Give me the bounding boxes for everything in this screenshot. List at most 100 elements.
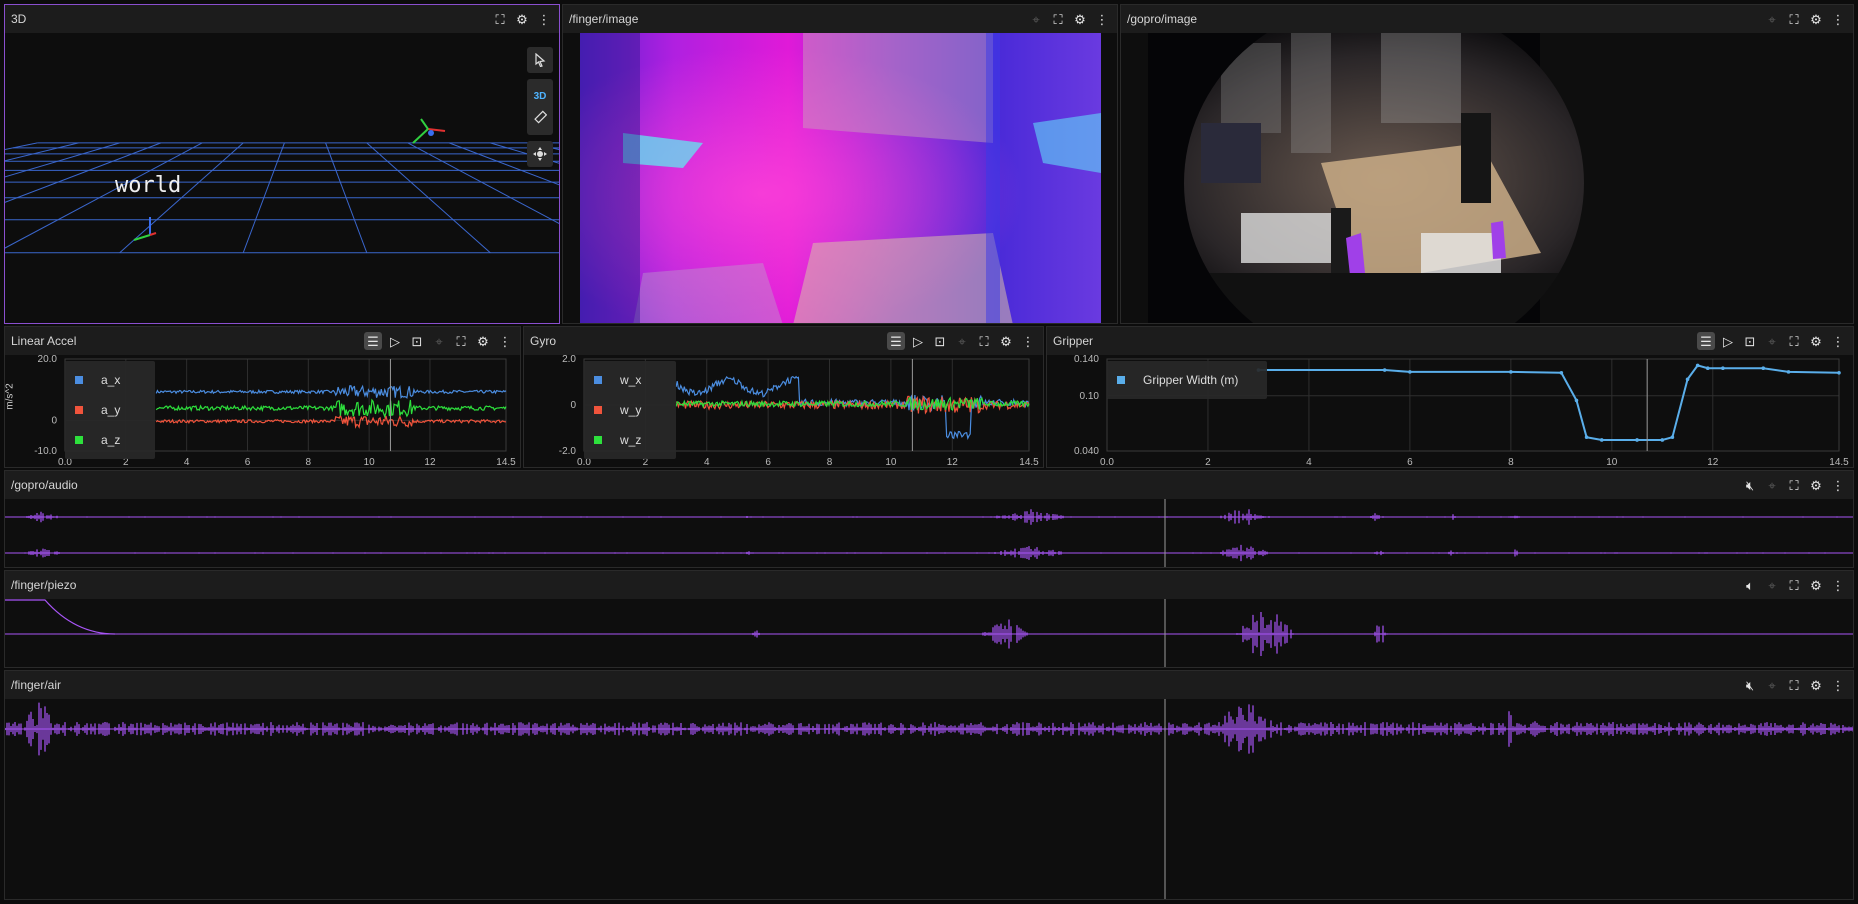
gear-icon[interactable]: ⚙: [1807, 576, 1825, 594]
more-vertical-icon[interactable]: ⋮: [1829, 676, 1847, 694]
more-vertical-icon[interactable]: ⋮: [1019, 332, 1037, 350]
crosshair-icon[interactable]: ⌖: [1027, 10, 1045, 28]
panel-finger-air[interactable]: /finger/air 🔇︎ ⌖ ⛶ ⚙ ⋮: [4, 670, 1854, 900]
cursor-arrow-icon[interactable]: ▷: [909, 332, 927, 350]
x-tick-label: 0.0: [1100, 457, 1114, 468]
y-tick-label: 0: [570, 400, 576, 411]
more-vertical-icon[interactable]: ⋮: [535, 10, 553, 28]
finger-piezo-waveform[interactable]: [5, 599, 1854, 668]
panel-title: Gripper: [1053, 334, 1094, 348]
more-vertical-icon[interactable]: ⋮: [1829, 576, 1847, 594]
move-arrows-icon: [533, 147, 547, 161]
gear-icon[interactable]: ⚙: [997, 332, 1015, 350]
camera-tool-group: 3D: [527, 79, 553, 135]
finger-air-waveform[interactable]: [5, 699, 1854, 900]
zoom-box-icon[interactable]: ⊡: [931, 332, 949, 350]
legend-swatch: [75, 436, 83, 444]
gear-icon[interactable]: ⚙: [1071, 10, 1089, 28]
axis-z: [420, 118, 429, 130]
x-tick-label: 6: [1407, 457, 1413, 468]
panel-3d[interactable]: 3D ⛶ ⚙ ⋮ world 3D: [4, 4, 560, 324]
fullscreen-icon[interactable]: ⛶: [1785, 10, 1803, 28]
cursor-arrow-icon[interactable]: ▷: [1719, 332, 1737, 350]
legend-toggle-icon[interactable]: ☰: [364, 332, 382, 350]
gear-icon[interactable]: ⚙: [1807, 476, 1825, 494]
plot-area[interactable]: 0.0 2 4 6 8 10 12 14.5 2.0 0 -2.0 w_x w_y w_z: [524, 355, 1043, 467]
legend-toggle-icon[interactable]: ☰: [887, 332, 905, 350]
gear-icon[interactable]: ⚙: [513, 10, 531, 28]
more-vertical-icon[interactable]: ⋮: [496, 332, 514, 350]
cursor-arrow-icon[interactable]: ▷: [386, 332, 404, 350]
legend-item[interactable]: w_y: [594, 395, 666, 425]
panel-gyro[interactable]: Gyro ☰ ▷ ⊡ ⌖ ⛶ ⚙ ⋮ 0.0 2 4 6 8 10 12 14.5 2.0 0 -2…: [523, 326, 1044, 468]
chart-legend: Gripper Width (m): [1107, 361, 1267, 399]
y-tick-label: 0.040: [1074, 446, 1099, 457]
zoom-box-icon[interactable]: ⊡: [408, 332, 426, 350]
ruler-icon[interactable]: [533, 109, 547, 124]
crosshair-icon[interactable]: ⌖: [1763, 332, 1781, 350]
x-tick-label: 10: [1606, 457, 1618, 468]
legend-item[interactable]: a_x: [75, 365, 145, 395]
x-tick-label: 10: [885, 457, 897, 468]
more-vertical-icon[interactable]: ⋮: [1093, 10, 1111, 28]
legend-item[interactable]: w_z: [594, 425, 666, 455]
3d-mode-button[interactable]: 3D: [534, 91, 547, 102]
axis-y: [412, 128, 429, 144]
legend-item[interactable]: a_z: [75, 425, 145, 455]
legend-item[interactable]: w_x: [594, 365, 666, 395]
speaker-icon[interactable]: 🔈︎: [1741, 576, 1759, 594]
fullscreen-icon[interactable]: ⛶: [1785, 476, 1803, 494]
more-vertical-icon[interactable]: ⋮: [1829, 332, 1847, 350]
crosshair-icon[interactable]: ⌖: [430, 332, 448, 350]
gear-icon[interactable]: ⚙: [474, 332, 492, 350]
fullscreen-icon[interactable]: ⛶: [1785, 332, 1803, 350]
x-tick-label: 12: [1707, 457, 1719, 468]
crosshair-icon[interactable]: ⌖: [953, 332, 971, 350]
panel-finger-image[interactable]: /finger/image ⌖ ⛶ ⚙ ⋮: [562, 4, 1118, 324]
panel-linear-accel[interactable]: Linear Accel ☰ ▷ ⊡ ⌖ ⛶ ⚙ ⋮ 0.0 2 4 6 8 10 12 14…: [4, 326, 521, 468]
fullscreen-icon[interactable]: ⛶: [452, 332, 470, 350]
plot-area[interactable]: 0.0 2 4 6 8 10 12 14.5 0.140 0.10 0.040 Gripper Wi…: [1047, 355, 1853, 467]
legend-item[interactable]: a_y: [75, 395, 145, 425]
x-tick-label: 14.5: [1829, 457, 1849, 468]
crosshair-icon[interactable]: ⌖: [1763, 476, 1781, 494]
gear-icon[interactable]: ⚙: [1807, 10, 1825, 28]
fullscreen-icon[interactable]: ⛶: [975, 332, 993, 350]
recenter-view-button[interactable]: [527, 141, 553, 167]
speaker-muted-icon[interactable]: 🔇︎: [1741, 676, 1759, 694]
fullscreen-icon[interactable]: ⛶: [491, 10, 509, 28]
gear-icon[interactable]: ⚙: [1807, 676, 1825, 694]
audio-waveform-area[interactable]: [5, 599, 1853, 667]
series-point: [1408, 370, 1412, 374]
panel-title: /finger/piezo: [11, 578, 77, 592]
audio-waveform-area[interactable]: [5, 699, 1853, 899]
finger-camera-image: [563, 33, 1117, 323]
plot-area[interactable]: 0.0 2 4 6 8 10 12 14.5 20.0 0 -10.0 m/s^2 a_x a_y a_…: [5, 355, 520, 467]
legend-toggle-icon[interactable]: ☰: [1697, 332, 1715, 350]
fullscreen-icon[interactable]: ⛶: [1785, 576, 1803, 594]
speaker-muted-icon[interactable]: 🔇︎: [1741, 476, 1759, 494]
more-vertical-icon[interactable]: ⋮: [1829, 476, 1847, 494]
3d-viewport[interactable]: world 3D: [5, 33, 559, 323]
gopro-audio-waveform[interactable]: [5, 499, 1854, 568]
gear-icon[interactable]: ⚙: [1807, 332, 1825, 350]
panel-gopro-image[interactable]: /gopro/image ⌖ ⛶ ⚙ ⋮: [1120, 4, 1854, 324]
more-vertical-icon[interactable]: ⋮: [1829, 10, 1847, 28]
crosshair-icon[interactable]: ⌖: [1763, 576, 1781, 594]
panel-finger-piezo[interactable]: /finger/piezo 🔈︎ ⌖ ⛶ ⚙ ⋮: [4, 570, 1854, 668]
select-tool-button[interactable]: [527, 47, 553, 73]
x-tick-label: 14.5: [496, 457, 516, 468]
fullscreen-icon[interactable]: ⛶: [1785, 676, 1803, 694]
crosshair-icon[interactable]: ⌖: [1763, 676, 1781, 694]
chart-legend: w_x w_y w_z: [584, 361, 676, 459]
crosshair-icon[interactable]: ⌖: [1763, 10, 1781, 28]
legend-label: w_y: [620, 403, 642, 417]
panel-header: /finger/piezo 🔈︎ ⌖ ⛶ ⚙ ⋮: [5, 571, 1853, 599]
world-frame-label: world: [115, 173, 182, 198]
panel-gripper[interactable]: Gripper ☰ ▷ ⊡ ⌖ ⛶ ⚙ ⋮ 0.0 2 4 6 8 10 12 14.5 0.1…: [1046, 326, 1854, 468]
fullscreen-icon[interactable]: ⛶: [1049, 10, 1067, 28]
zoom-box-icon[interactable]: ⊡: [1741, 332, 1759, 350]
panel-gopro-audio[interactable]: /gopro/audio 🔇︎ ⌖ ⛶ ⚙ ⋮: [4, 470, 1854, 568]
legend-item[interactable]: Gripper Width (m): [1117, 365, 1257, 395]
audio-waveform-area[interactable]: [5, 499, 1853, 567]
